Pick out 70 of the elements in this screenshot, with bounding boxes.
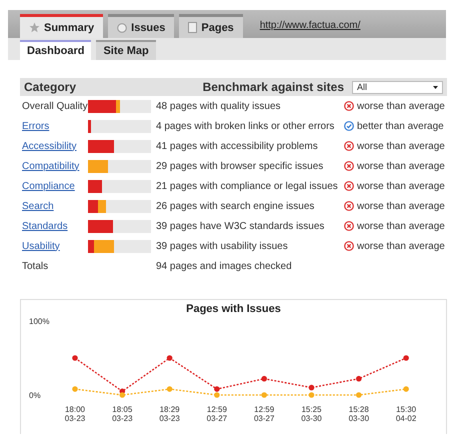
- issue-summary: 39 pages have W3C standards issues: [156, 220, 326, 232]
- caret-icon: [433, 86, 438, 88]
- axis-label: 18:00 03-23: [64, 405, 86, 423]
- axis-label: 12:59 03-27: [206, 405, 228, 423]
- data-point: [72, 355, 78, 361]
- column-header: Category: [24, 80, 78, 94]
- benchmark-status: worse than average: [357, 200, 445, 212]
- axis-label: 12:59 03-27: [254, 405, 274, 423]
- chart-title: Pages with Issues: [186, 303, 281, 315]
- star-icon: [29, 22, 40, 33]
- data-point: [166, 355, 172, 361]
- category-link[interactable]: Accessibility: [20, 140, 88, 152]
- tab[interactable]: Site Map: [96, 40, 156, 60]
- benchmark-select[interactable]: All: [352, 80, 443, 94]
- tab[interactable]: Pages: [179, 14, 243, 38]
- error-icon: [344, 141, 354, 151]
- circle-icon: [117, 22, 128, 32]
- column-header: Benchmark against sites: [202, 80, 344, 94]
- benchmark-status: worse than average: [357, 180, 445, 192]
- benchmark-status: worse than average: [357, 220, 445, 232]
- axis-label: 18:05 03-23: [112, 405, 133, 423]
- category-label: Overall Quality: [21, 100, 88, 112]
- issue-summary: 39 pages with usability issues: [156, 240, 289, 252]
- site-link[interactable]: http://www.factua.com/: [260, 20, 360, 31]
- error-icon: [344, 181, 354, 191]
- data-point: [356, 376, 362, 382]
- issue-summary: 29 pages with browser specific issues: [156, 160, 324, 172]
- tab[interactable]: Issues: [108, 14, 174, 38]
- data-point: [308, 384, 314, 390]
- axis-label: 100%: [29, 317, 50, 326]
- axis-label: 18:29 03-23: [159, 405, 180, 423]
- error-icon: [344, 201, 354, 211]
- issue-summary: 26 pages with search engine issues: [156, 200, 316, 212]
- benchmark-status: worse than average: [357, 100, 445, 112]
- tab[interactable]: Summary: [20, 14, 104, 38]
- benchmark-status: better than average: [357, 120, 444, 132]
- category-link[interactable]: Compatibility: [20, 160, 88, 172]
- category-link[interactable]: Usability: [20, 240, 88, 252]
- error-icon: [344, 161, 354, 171]
- benchmark-status: worse than average: [357, 140, 445, 152]
- data-point: [356, 392, 362, 398]
- data-point: [261, 376, 267, 382]
- page-icon: [188, 22, 198, 33]
- issue-summary: 48 pages with quality issues: [156, 100, 282, 112]
- category-link[interactable]: Errors: [20, 120, 88, 132]
- category-link[interactable]: Search: [20, 200, 88, 212]
- category-link[interactable]: Standards: [20, 220, 88, 232]
- benchmark-status: worse than average: [357, 240, 445, 252]
- axis-label: 0%: [29, 391, 41, 400]
- tab[interactable]: Dashboard: [20, 40, 92, 60]
- check-icon: [344, 121, 354, 131]
- data-point: [403, 355, 409, 361]
- issue-summary: 21 pages with compliance or legal issues: [156, 180, 339, 192]
- issue-summary: 41 pages with accessibility problems: [156, 140, 319, 152]
- category-link[interactable]: Compliance: [20, 180, 88, 192]
- axis-label: 15:30 04-02: [396, 405, 416, 423]
- data-point: [261, 392, 267, 398]
- data-point: [308, 392, 314, 398]
- data-point: [403, 386, 409, 392]
- benchmark-status: worse than average: [357, 160, 445, 172]
- error-icon: [344, 101, 354, 111]
- totals-summary: 94 pages and images checked: [156, 260, 293, 272]
- error-icon: [344, 241, 354, 251]
- data-point: [72, 386, 78, 392]
- totals-label: Totals: [21, 260, 50, 272]
- data-point: [166, 386, 172, 392]
- axis-label: 15:25 03-30: [301, 405, 322, 423]
- axis-label: 15:28 03-30: [348, 405, 370, 423]
- issue-summary: 4 pages with broken links or other errors: [156, 120, 336, 132]
- error-icon: [344, 221, 354, 231]
